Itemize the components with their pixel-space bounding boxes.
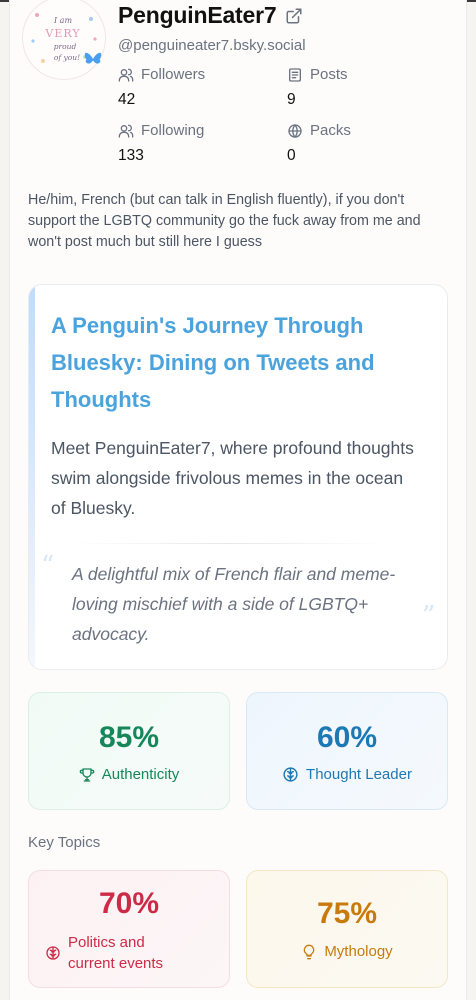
stat-followers-value: 42 bbox=[118, 91, 136, 108]
topic-label-line2: current events bbox=[68, 955, 164, 972]
stat-posts-value: 9 bbox=[287, 91, 296, 108]
stat-following-label: Following bbox=[141, 122, 205, 139]
topic-label-line1: Politics and bbox=[68, 934, 145, 951]
stat-posts[interactable]: Posts 9 bbox=[287, 66, 348, 109]
globe-icon bbox=[288, 123, 302, 138]
stat-packs-value: 0 bbox=[287, 147, 296, 164]
users-icon bbox=[118, 68, 134, 82]
avatar[interactable]: I am VERY proud of you! bbox=[22, 0, 106, 80]
profile-bio: He/him, French (but can talk in English … bbox=[28, 192, 421, 250]
handle[interactable]: @penguineater7.bsky.social bbox=[118, 37, 306, 54]
external-link-icon[interactable] bbox=[285, 7, 303, 25]
topic-value: 75% bbox=[316, 897, 378, 930]
quote-close-icon: ” bbox=[422, 601, 436, 631]
story-card: A Penguin's Journey Through Bluesky: Din… bbox=[28, 284, 448, 670]
story-quote: A delightful mix of French flair and mem… bbox=[72, 564, 396, 644]
topic-value: 70% bbox=[98, 887, 160, 920]
stat-followers[interactable]: Followers 42 bbox=[118, 66, 205, 109]
topic-tile-mythology: 75% Mythology bbox=[246, 870, 448, 988]
stat-packs[interactable]: Packs 0 bbox=[287, 122, 351, 165]
story-body: Meet PenguinEater7, where profound thoug… bbox=[51, 438, 414, 518]
brain-icon bbox=[46, 946, 60, 960]
users-icon bbox=[118, 124, 134, 138]
score-value: 85% bbox=[98, 721, 160, 754]
stat-following-value: 133 bbox=[118, 147, 144, 164]
stat-following[interactable]: Following 133 bbox=[118, 122, 204, 165]
newspaper-icon bbox=[289, 67, 301, 82]
avatar-text-4: of you! bbox=[54, 53, 80, 62]
stat-followers-label: Followers bbox=[141, 66, 206, 83]
topic-label: Mythology bbox=[324, 943, 393, 960]
avatar-text-3: proud bbox=[54, 42, 77, 51]
avatar-text-2: VERY bbox=[44, 27, 80, 40]
quote-open-icon: “ bbox=[41, 551, 55, 581]
score-label: Authenticity bbox=[101, 766, 180, 783]
stat-packs-label: Packs bbox=[310, 122, 351, 139]
stat-posts-label: Posts bbox=[310, 66, 348, 83]
story-accent-bar bbox=[29, 285, 35, 669]
lightbulb-icon bbox=[304, 944, 315, 959]
display-name: PenguinEater7 bbox=[118, 2, 277, 28]
topic-tile-politics: 70% Politics and current events bbox=[28, 870, 230, 988]
story-divider bbox=[73, 543, 385, 544]
score-tile-authenticity: 85% Authenticity bbox=[28, 692, 230, 810]
avatar-image: I am VERY proud of you! bbox=[31, 13, 97, 63]
key-topics-heading: Key Topics bbox=[28, 834, 101, 851]
score-value: 60% bbox=[316, 721, 378, 754]
brain-icon bbox=[283, 767, 298, 782]
avatar-text-1: I am bbox=[53, 16, 72, 25]
topic-label: Politics and current events bbox=[68, 932, 163, 974]
story-title: A Penguin's Journey Through Bluesky: Din… bbox=[51, 313, 375, 412]
bluesky-butterfly-icon bbox=[84, 52, 102, 64]
trophy-icon bbox=[79, 767, 94, 782]
score-label: Thought Leader bbox=[306, 766, 412, 783]
score-tile-thought-leader: 60% Thought Leader bbox=[246, 692, 448, 810]
